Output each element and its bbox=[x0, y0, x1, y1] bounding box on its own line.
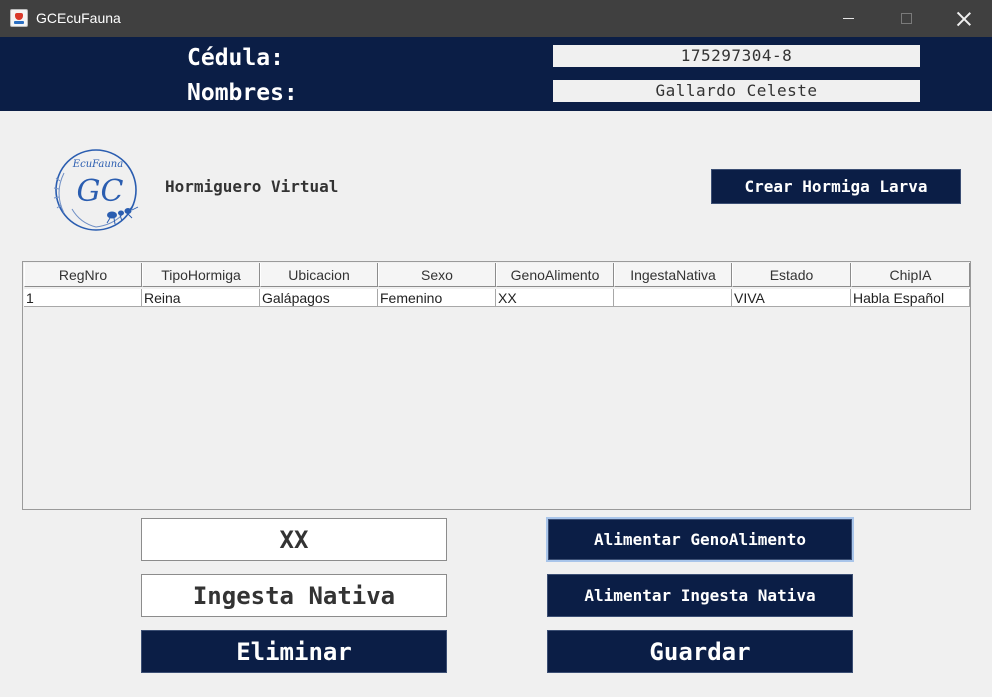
alimentar-genoalimento-button[interactable]: Alimentar GenoAlimento bbox=[548, 519, 852, 560]
nombres-label: Nombres: bbox=[187, 80, 298, 106]
cedula-label: Cédula: bbox=[187, 45, 284, 71]
table-cell[interactable] bbox=[614, 289, 732, 307]
crear-hormiga-larva-button[interactable]: Crear Hormiga Larva bbox=[711, 169, 961, 204]
column-header-ingestanativa[interactable]: IngestaNativa bbox=[614, 263, 732, 287]
column-header-estado[interactable]: Estado bbox=[732, 263, 851, 287]
table-cell[interactable]: Galápagos bbox=[260, 289, 378, 307]
guardar-button[interactable]: Guardar bbox=[547, 630, 853, 673]
title-bar: GCEcuFauna bbox=[0, 0, 992, 37]
table-cell[interactable]: Femenino bbox=[378, 289, 496, 307]
table-header: RegNro TipoHormiga Ubicacion Sexo GenoAl… bbox=[24, 263, 970, 287]
table-cell[interactable]: Reina bbox=[142, 289, 260, 307]
cedula-field: 175297304-8 bbox=[553, 45, 920, 67]
column-header-chipia[interactable]: ChipIA bbox=[851, 263, 970, 287]
table-row[interactable]: 1 Reina Galápagos Femenino XX VIVA Habla… bbox=[24, 289, 970, 307]
ecufauna-logo: EcuFauna GC bbox=[53, 149, 139, 231]
table-cell[interactable]: VIVA bbox=[732, 289, 851, 307]
logo-text-top: EcuFauna bbox=[72, 159, 123, 170]
app-subtitle: Hormiguero Virtual bbox=[165, 177, 339, 196]
close-button[interactable] bbox=[936, 0, 992, 37]
hormigas-table: RegNro TipoHormiga Ubicacion Sexo GenoAl… bbox=[22, 261, 971, 510]
maximize-icon bbox=[900, 13, 912, 24]
table-cell[interactable]: Habla Español bbox=[851, 289, 970, 307]
eliminar-button[interactable]: Eliminar bbox=[141, 630, 447, 673]
window-title: GCEcuFauna bbox=[36, 10, 121, 26]
column-header-sexo[interactable]: Sexo bbox=[378, 263, 496, 287]
maximize-button[interactable] bbox=[878, 0, 934, 37]
column-header-tipohormiga[interactable]: TipoHormiga bbox=[142, 263, 260, 287]
ingesta-nativa-field[interactable]: Ingesta Nativa bbox=[141, 574, 447, 617]
java-cup-icon bbox=[10, 9, 28, 27]
geno-alimento-field[interactable]: XX bbox=[141, 518, 447, 561]
minimize-button[interactable] bbox=[820, 0, 876, 37]
column-header-regnro[interactable]: RegNro bbox=[24, 263, 142, 287]
user-header: Cédula: 175297304-8 Nombres: Gallardo Ce… bbox=[0, 37, 992, 111]
nombres-field: Gallardo Celeste bbox=[553, 80, 920, 102]
column-header-ubicacion[interactable]: Ubicacion bbox=[260, 263, 378, 287]
column-header-genoalimento[interactable]: GenoAlimento bbox=[496, 263, 614, 287]
alimentar-ingesta-nativa-button[interactable]: Alimentar Ingesta Nativa bbox=[547, 574, 853, 617]
table-cell[interactable]: XX bbox=[496, 289, 614, 307]
logo-text-main: GC bbox=[77, 174, 124, 209]
minimize-icon bbox=[842, 18, 854, 19]
table-cell[interactable]: 1 bbox=[24, 289, 142, 307]
close-icon bbox=[957, 12, 971, 26]
